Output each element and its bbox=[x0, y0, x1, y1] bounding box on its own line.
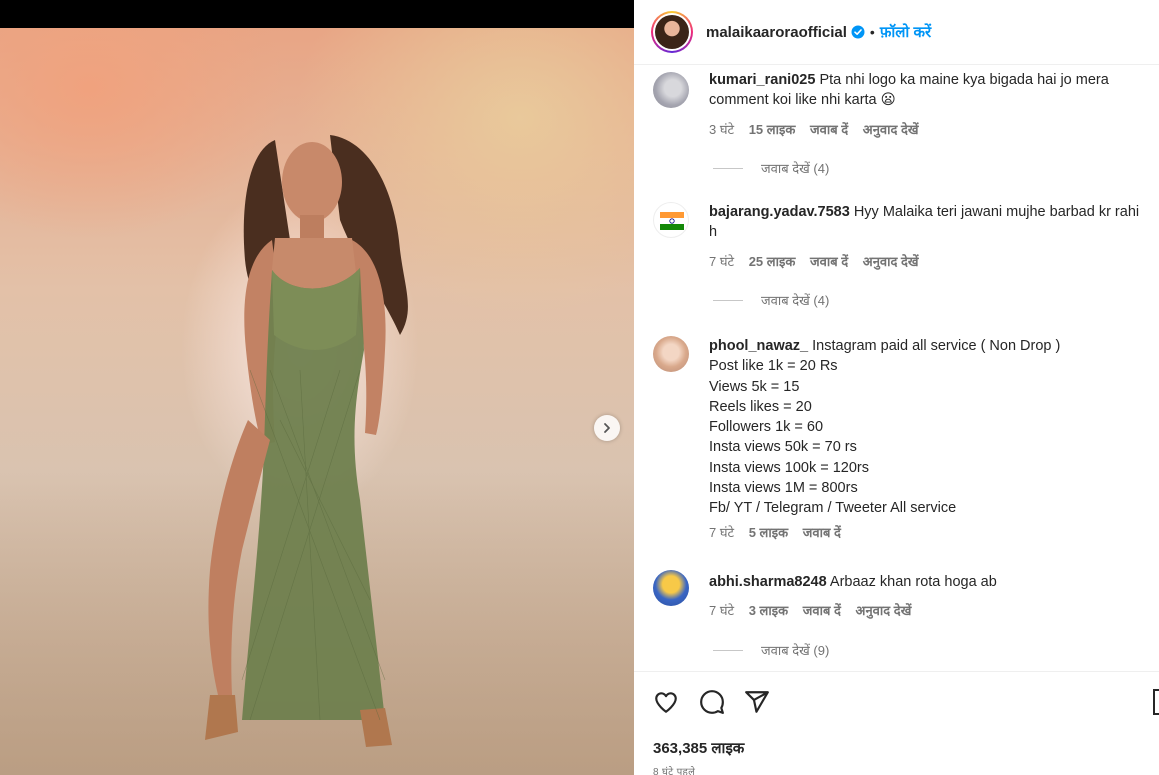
comment-likes[interactable]: 3 लाइक bbox=[749, 603, 788, 618]
post-media bbox=[0, 0, 634, 775]
comment-time: 3 घंटे bbox=[709, 122, 735, 137]
paper-plane-icon[interactable] bbox=[744, 689, 770, 715]
model-figure bbox=[205, 135, 408, 747]
reply-button[interactable]: जवाब दें bbox=[803, 603, 841, 618]
reply-button[interactable]: जवाब दें bbox=[810, 254, 848, 269]
comment-likes[interactable]: 5 लाइक bbox=[749, 525, 788, 540]
next-slide-button[interactable] bbox=[594, 415, 620, 441]
comment-time: 7 घंटे bbox=[709, 603, 735, 618]
follow-button[interactable]: फ़ॉलो करें bbox=[880, 22, 931, 42]
view-replies-button[interactable]: जवाब देखें (4) bbox=[709, 291, 829, 309]
comment-meta: 7 घंटे 3 लाइक जवाब दें अनुवाद देखें bbox=[709, 601, 922, 619]
comment-time: 7 घंटे bbox=[709, 254, 735, 269]
comments-list: kumari_rani025 Pta nhi logo ka maine kya… bbox=[634, 66, 1159, 671]
translate-button[interactable]: अनुवाद देखें bbox=[863, 122, 919, 137]
author-avatar[interactable] bbox=[651, 11, 693, 53]
comment-username[interactable]: abhi.sharma8248 bbox=[709, 574, 827, 590]
comment-likes[interactable]: 15 लाइक bbox=[749, 122, 796, 137]
author-username[interactable]: malaikaaroraofficial bbox=[706, 24, 847, 41]
commenter-avatar[interactable] bbox=[653, 202, 689, 238]
comment-line: Insta views 1M = 800rs bbox=[709, 480, 858, 497]
comment-text-block: abhi.sharma8248 Arbaaz khan rota hoga ab bbox=[709, 572, 1149, 592]
comment-line: Insta views 50k = 70 rs bbox=[709, 439, 857, 456]
comment-meta: 7 घंटे 25 लाइक जवाब दें अनुवाद देखें bbox=[709, 252, 930, 270]
verified-badge-icon bbox=[851, 25, 865, 39]
comment-meta: 7 घंटे 5 लाइक जवाब दें bbox=[709, 523, 852, 541]
comment-text-block: kumari_rani025 Pta nhi logo ka maine kya… bbox=[709, 70, 1149, 111]
comment-line: Followers 1k = 60 bbox=[709, 419, 824, 436]
view-replies-label: जवाब देखें (9) bbox=[761, 643, 830, 658]
comment-text-block: phool_nawaz_ Instagram paid all service … bbox=[709, 336, 1149, 519]
post-side-panel: malaikaaroraofficial • फ़ॉलो करें kumari… bbox=[634, 0, 1159, 775]
view-replies-button[interactable]: जवाब देखें (9) bbox=[709, 641, 829, 659]
heart-icon[interactable] bbox=[653, 689, 679, 715]
comment-text: Arbaaz khan rota hoga ab bbox=[829, 574, 997, 590]
comment-username[interactable]: phool_nawaz_ bbox=[709, 338, 808, 354]
flag-avatar-icon bbox=[660, 212, 684, 230]
comment-line: Insta views 100k = 120rs bbox=[709, 459, 869, 476]
view-replies-button[interactable]: जवाब देखें (4) bbox=[709, 159, 829, 177]
post-header: malaikaaroraofficial • फ़ॉलो करें bbox=[634, 0, 1159, 65]
translate-button[interactable]: अनुवाद देखें bbox=[863, 254, 919, 269]
post-timestamp: 8 घंटे पहले bbox=[653, 767, 696, 775]
reply-button[interactable]: जवाब दें bbox=[803, 525, 841, 540]
separator-dot: • bbox=[869, 24, 875, 40]
commenter-avatar[interactable] bbox=[653, 570, 689, 606]
comment-meta: 3 घंटे 15 लाइक जवाब दें अनुवाद देखें bbox=[709, 120, 930, 138]
comment-time: 7 घंटे bbox=[709, 525, 735, 540]
likes-count[interactable]: 363,385 लाइक bbox=[653, 738, 744, 758]
comment-bubble-icon[interactable] bbox=[699, 689, 725, 715]
view-replies-label: जवाब देखें (4) bbox=[761, 293, 830, 308]
comment-line: Reels likes = 20 bbox=[709, 398, 812, 415]
comment-username[interactable]: kumari_rani025 bbox=[709, 72, 815, 88]
comment-username[interactable]: bajarang.yadav.7583 bbox=[709, 204, 850, 220]
commenter-avatar[interactable] bbox=[653, 72, 689, 108]
comment-text: Instagram paid all service ( Non Drop ) bbox=[812, 338, 1061, 354]
bookmark-icon[interactable] bbox=[1153, 689, 1159, 715]
reply-button[interactable]: जवाब दें bbox=[810, 122, 848, 137]
translate-button[interactable]: अनुवाद देखें bbox=[856, 603, 912, 618]
chevron-right-icon bbox=[604, 423, 610, 433]
comment-likes[interactable]: 25 लाइक bbox=[749, 254, 796, 269]
comment-line: Fb/ YT / Telegram / Tweeter All service bbox=[709, 500, 957, 517]
post-actions-bar: 363,385 लाइक 8 घंटे पहले bbox=[634, 671, 1159, 775]
view-replies-label: जवाब देखें (4) bbox=[761, 161, 830, 176]
comment-line: Views 5k = 15 bbox=[709, 378, 800, 395]
comment-text-block: bajarang.yadav.7583 Hyy Malaika teri jaw… bbox=[709, 202, 1149, 243]
comment-line: Post like 1k = 20 Rs bbox=[709, 358, 838, 375]
commenter-avatar[interactable] bbox=[653, 336, 689, 372]
